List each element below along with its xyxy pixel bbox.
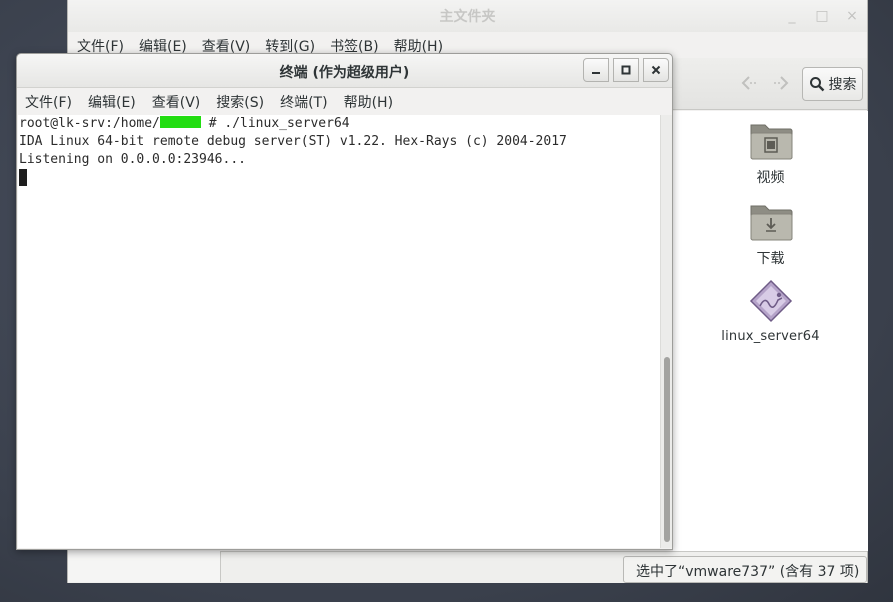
- terminal-titlebar[interactable]: 终端 (作为超级用户): [17, 54, 672, 88]
- term-menu-help[interactable]: 帮助(H): [339, 90, 398, 114]
- prompt-prefix: root@lk-srv:/home/: [19, 116, 160, 131]
- file-item-label: 视频: [756, 170, 785, 186]
- search-button[interactable]: 搜索: [802, 67, 863, 101]
- selection-status: 选中了“vmware737” (含有 37 项): [623, 556, 867, 583]
- scrollbar-thumb[interactable]: [664, 357, 670, 542]
- prompt-command: # ./linux_server64: [200, 116, 350, 131]
- file-view[interactable]: 视频 下载 linux_server64: [673, 111, 868, 551]
- terminal-scrollbar[interactable]: [660, 115, 672, 548]
- file-manager-titlebar[interactable]: 主文件夹 _ □ ×: [68, 0, 867, 32]
- terminal-line-listening: Listening on 0.0.0.0:23946...: [19, 152, 246, 167]
- terminal-menubar: 文件(F) 编辑(E) 查看(V) 搜索(S) 终端(T) 帮助(H): [17, 90, 672, 114]
- chevron-left-icon: [741, 76, 756, 90]
- redacted-username: [159, 116, 201, 128]
- terminal-title: 终端 (作为超级用户): [279, 65, 410, 81]
- back-button[interactable]: [736, 73, 760, 95]
- file-item-label: 下载: [756, 251, 785, 267]
- search-icon: [809, 77, 824, 92]
- term-menu-edit[interactable]: 编辑(E): [83, 90, 141, 114]
- term-menu-view[interactable]: 查看(V): [147, 90, 206, 114]
- terminal-line-banner: IDA Linux 64-bit remote debug server(ST)…: [19, 134, 567, 149]
- term-menu-file[interactable]: 文件(F): [20, 90, 77, 114]
- file-item-downloads[interactable]: 下载: [673, 200, 868, 268]
- file-item-linux-server64[interactable]: linux_server64: [673, 279, 868, 344]
- maximize-button[interactable]: [613, 58, 639, 82]
- terminal-output[interactable]: root@lk-srv:/home/ # ./linux_server64 IDA…: [18, 115, 660, 548]
- fm-minimize-button[interactable]: _: [783, 7, 801, 25]
- text-cursor: [19, 169, 27, 186]
- sidebar-footer: [68, 551, 221, 582]
- terminal-window[interactable]: 终端 (作为超级用户) 文件(F) 编辑(E) 查看(V) 搜索(S) 终端(T…: [16, 53, 673, 550]
- close-icon: [651, 65, 661, 75]
- folder-video-icon: [750, 124, 792, 160]
- maximize-icon: [621, 65, 631, 75]
- close-button[interactable]: [643, 58, 669, 82]
- term-menu-search[interactable]: 搜索(S): [211, 90, 269, 114]
- terminal-line-command: root@lk-srv:/home/ # ./linux_server64: [19, 115, 660, 133]
- file-manager-title: 主文件夹: [439, 9, 496, 25]
- file-item-label: linux_server64: [721, 329, 820, 344]
- forward-button[interactable]: [770, 73, 794, 95]
- chevron-right-icon: [774, 76, 789, 90]
- executable-file-icon: [749, 279, 792, 323]
- term-menu-terminal[interactable]: 终端(T): [275, 90, 332, 114]
- minimize-icon: [592, 72, 600, 74]
- fm-close-button[interactable]: ×: [843, 7, 861, 25]
- terminal-cursor-line: [19, 169, 660, 188]
- folder-download-icon: [750, 205, 792, 241]
- search-button-label: 搜索: [828, 77, 857, 93]
- file-item-videos[interactable]: 视频: [673, 119, 868, 187]
- minimize-button[interactable]: [583, 58, 609, 82]
- fm-maximize-button[interactable]: □: [813, 7, 831, 25]
